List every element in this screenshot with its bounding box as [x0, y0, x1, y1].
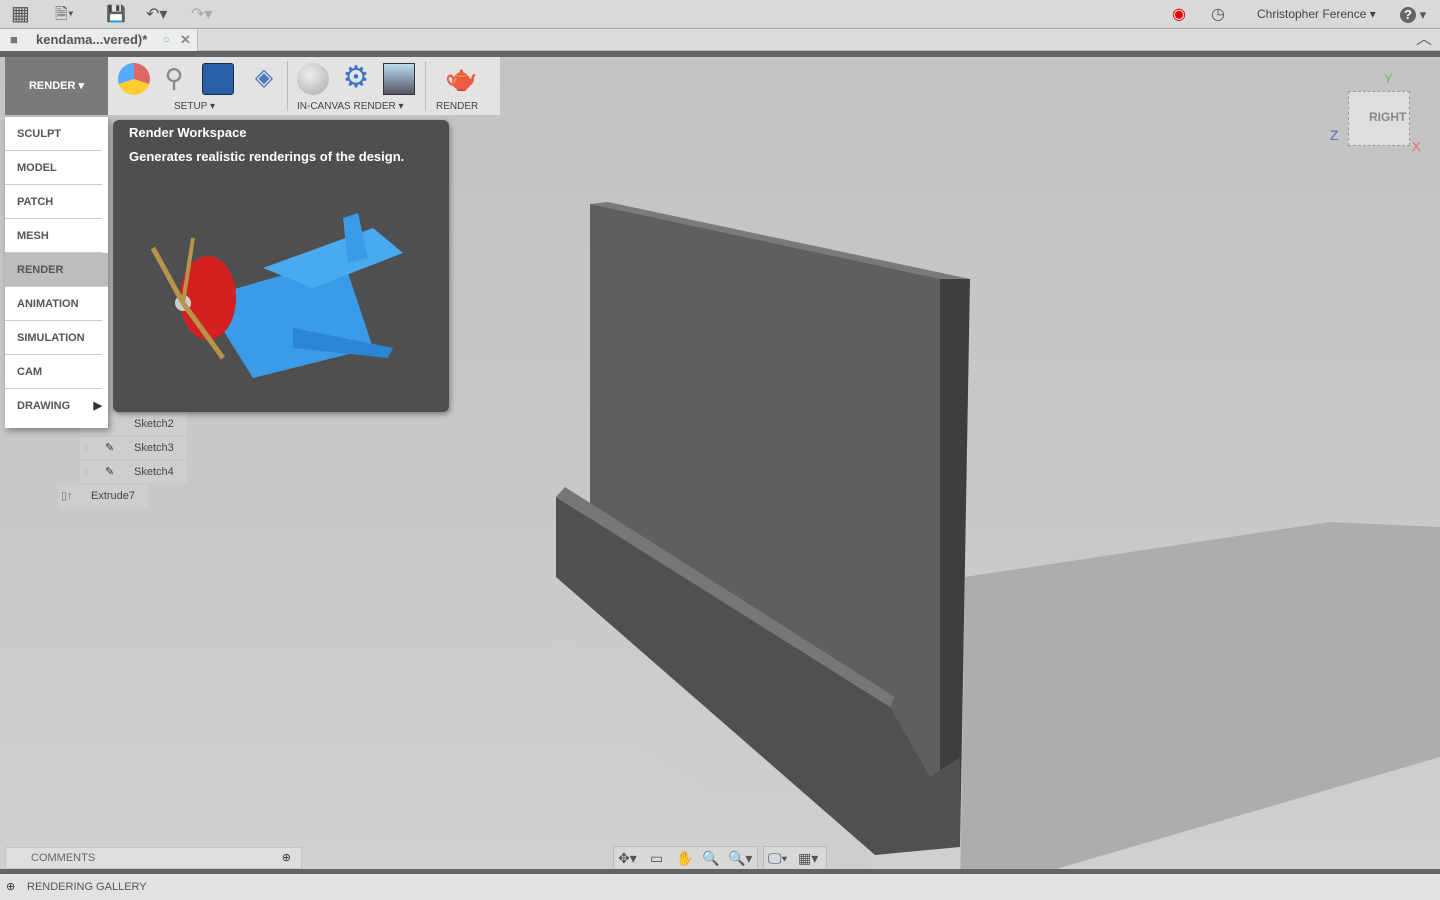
view-cube[interactable]: Y RIGHT Z X	[1330, 71, 1421, 161]
z-axis-label: Z	[1330, 127, 1339, 143]
item-label: Sketch3	[134, 442, 174, 454]
setup-group[interactable]: SETUP ▾	[174, 101, 215, 112]
scene-settings-lamp-icon[interactable]: ⚲	[158, 63, 190, 95]
view-cube-face[interactable]: RIGHT	[1348, 91, 1410, 146]
zoom-icon[interactable]: 🔍	[702, 847, 719, 870]
menu-item-sculpt[interactable]: SCULPT	[5, 117, 102, 151]
item-label: Sketch4	[134, 466, 174, 478]
record-icon[interactable]: ◉	[1172, 0, 1186, 29]
in-canvas-render-icon[interactable]	[297, 63, 329, 95]
menu-item-drawing[interactable]: DRAWING ▶	[5, 389, 102, 423]
look-at-icon[interactable]: ▭	[650, 847, 663, 870]
sketch-icon: ✎	[105, 466, 115, 478]
submenu-arrow-icon: ▶	[93, 400, 102, 412]
appearance-icon[interactable]	[118, 63, 150, 95]
drawing-label: DRAWING	[17, 400, 71, 412]
workspace-switcher[interactable]: RENDER ▾	[5, 57, 108, 115]
display-toolbar: 🖵▾ ▦▾	[763, 846, 827, 871]
render-teapot-icon[interactable]: 🫖	[445, 63, 477, 95]
shadow	[960, 522, 1440, 869]
menu-item-animation[interactable]: ANIMATION	[5, 287, 102, 321]
save-icon[interactable]: 💾	[106, 0, 126, 29]
top-bar: ▦ 🗎▾ 💾 ↶▾ ↷▾ ◉ ◷ Christopher Ference ▾ ?…	[0, 0, 1440, 29]
visibility-bulb-icon[interactable]: ♁	[82, 437, 90, 459]
expand-gallery-icon[interactable]: ⊕	[6, 874, 15, 900]
component-icon: ■	[10, 32, 18, 47]
decal-icon[interactable]	[202, 63, 234, 95]
y-axis-label: Y	[1384, 71, 1393, 86]
x-axis-label: X	[1412, 139, 1421, 154]
browser-item[interactable]: ♁ ✎ Sketch4	[80, 461, 187, 483]
item-label: Sketch2	[134, 418, 174, 430]
tooltip-description: Generates realistic renderings of the de…	[129, 149, 405, 164]
help-menu[interactable]: ? ▾	[1400, 0, 1426, 29]
separator	[425, 61, 426, 111]
add-comment-icon[interactable]: ⊕	[282, 848, 291, 868]
navigation-toolbar: ✥▾ ▭ ✋ 🔍 🔍▾	[613, 846, 758, 871]
menu-item-render[interactable]: RENDER	[5, 253, 108, 287]
user-menu[interactable]: Christopher Ference ▾	[1257, 0, 1376, 29]
user-name: Christopher Ference	[1257, 7, 1367, 21]
help-icon: ?	[1400, 7, 1416, 23]
texture-map-icon[interactable]: ◈	[248, 63, 280, 95]
render-label: RENDER	[436, 101, 479, 112]
capture-image-icon[interactable]	[383, 63, 415, 95]
redo-icon[interactable]: ↷▾	[191, 0, 212, 29]
comments-label: COMMENTS	[31, 852, 96, 864]
separator	[287, 61, 288, 111]
display-settings-icon[interactable]: 🖵▾	[768, 847, 787, 870]
tooltip-title: Render Workspace	[129, 125, 247, 140]
sketch-icon: ✎	[105, 442, 115, 454]
orbit-icon[interactable]: ✥▾	[618, 847, 637, 870]
browser-item[interactable]: ▯↑ Extrude7	[58, 485, 148, 507]
rendering-gallery-bar[interactable]: ⊕ RENDERING GALLERY	[0, 874, 1440, 900]
extrude-icon: ▯↑	[61, 490, 73, 502]
fit-window-icon[interactable]: 🔍▾	[728, 847, 752, 870]
browser-item[interactable]: ♁ ✎ Sketch3	[80, 437, 187, 459]
render-settings-gear-icon[interactable]: ⚙	[340, 63, 372, 95]
collapse-chevron-icon[interactable]: ︿	[1416, 29, 1432, 51]
sync-status-icon: ○	[163, 34, 170, 46]
document-tab[interactable]: ■ kendama...vered)* ○ ✕	[0, 29, 198, 51]
workspace-tooltip: Render Workspace Generates realistic ren…	[113, 120, 449, 412]
undo-icon[interactable]: ↶▾	[146, 0, 167, 29]
menu-item-mesh[interactable]: MESH	[5, 219, 102, 253]
workspace-label: RENDER	[28, 80, 76, 92]
comments-panel[interactable]: COMMENTS ⊕	[5, 847, 302, 869]
file-menu-icon[interactable]: 🗎▾	[55, 0, 74, 29]
render-group[interactable]: RENDER	[436, 101, 478, 112]
in-canvas-render-group[interactable]: IN-CANVAS RENDER ▾	[297, 101, 404, 112]
item-label: Extrude7	[91, 490, 136, 502]
grid-settings-icon[interactable]: ▦▾	[798, 847, 818, 870]
ribbon-toolbar: RENDER ▾ ⚲ ◈ SETUP ▾ ⚙ IN-CANVAS RENDER …	[5, 57, 500, 115]
menu-item-cam[interactable]: CAM	[5, 355, 102, 389]
visibility-bulb-icon[interactable]: ♁	[82, 461, 90, 483]
menu-item-patch[interactable]: PATCH	[5, 185, 102, 219]
setup-label: SETUP	[174, 101, 208, 112]
workspace-menu: SCULPT MODEL PATCH MESH RENDER ANIMATION…	[5, 117, 108, 428]
in-canvas-render-label: IN-CANVAS RENDER	[297, 101, 396, 112]
menu-item-simulation[interactable]: SIMULATION	[5, 321, 102, 355]
pan-hand-icon[interactable]: ✋	[676, 847, 693, 870]
airplane-illustration	[150, 213, 403, 378]
document-tab-bar: ■ kendama...vered)* ○ ✕ ︿	[0, 29, 1440, 51]
close-tab-icon[interactable]: ✕	[180, 29, 191, 51]
apps-grid-icon[interactable]: ▦	[11, 0, 30, 29]
view-cube-face-label: RIGHT	[1369, 110, 1407, 124]
menu-item-model[interactable]: MODEL	[5, 151, 102, 185]
document-title: kendama...vered)*	[36, 32, 148, 47]
rendering-gallery-label: RENDERING GALLERY	[27, 881, 147, 893]
history-clock-icon[interactable]: ◷	[1211, 0, 1225, 29]
